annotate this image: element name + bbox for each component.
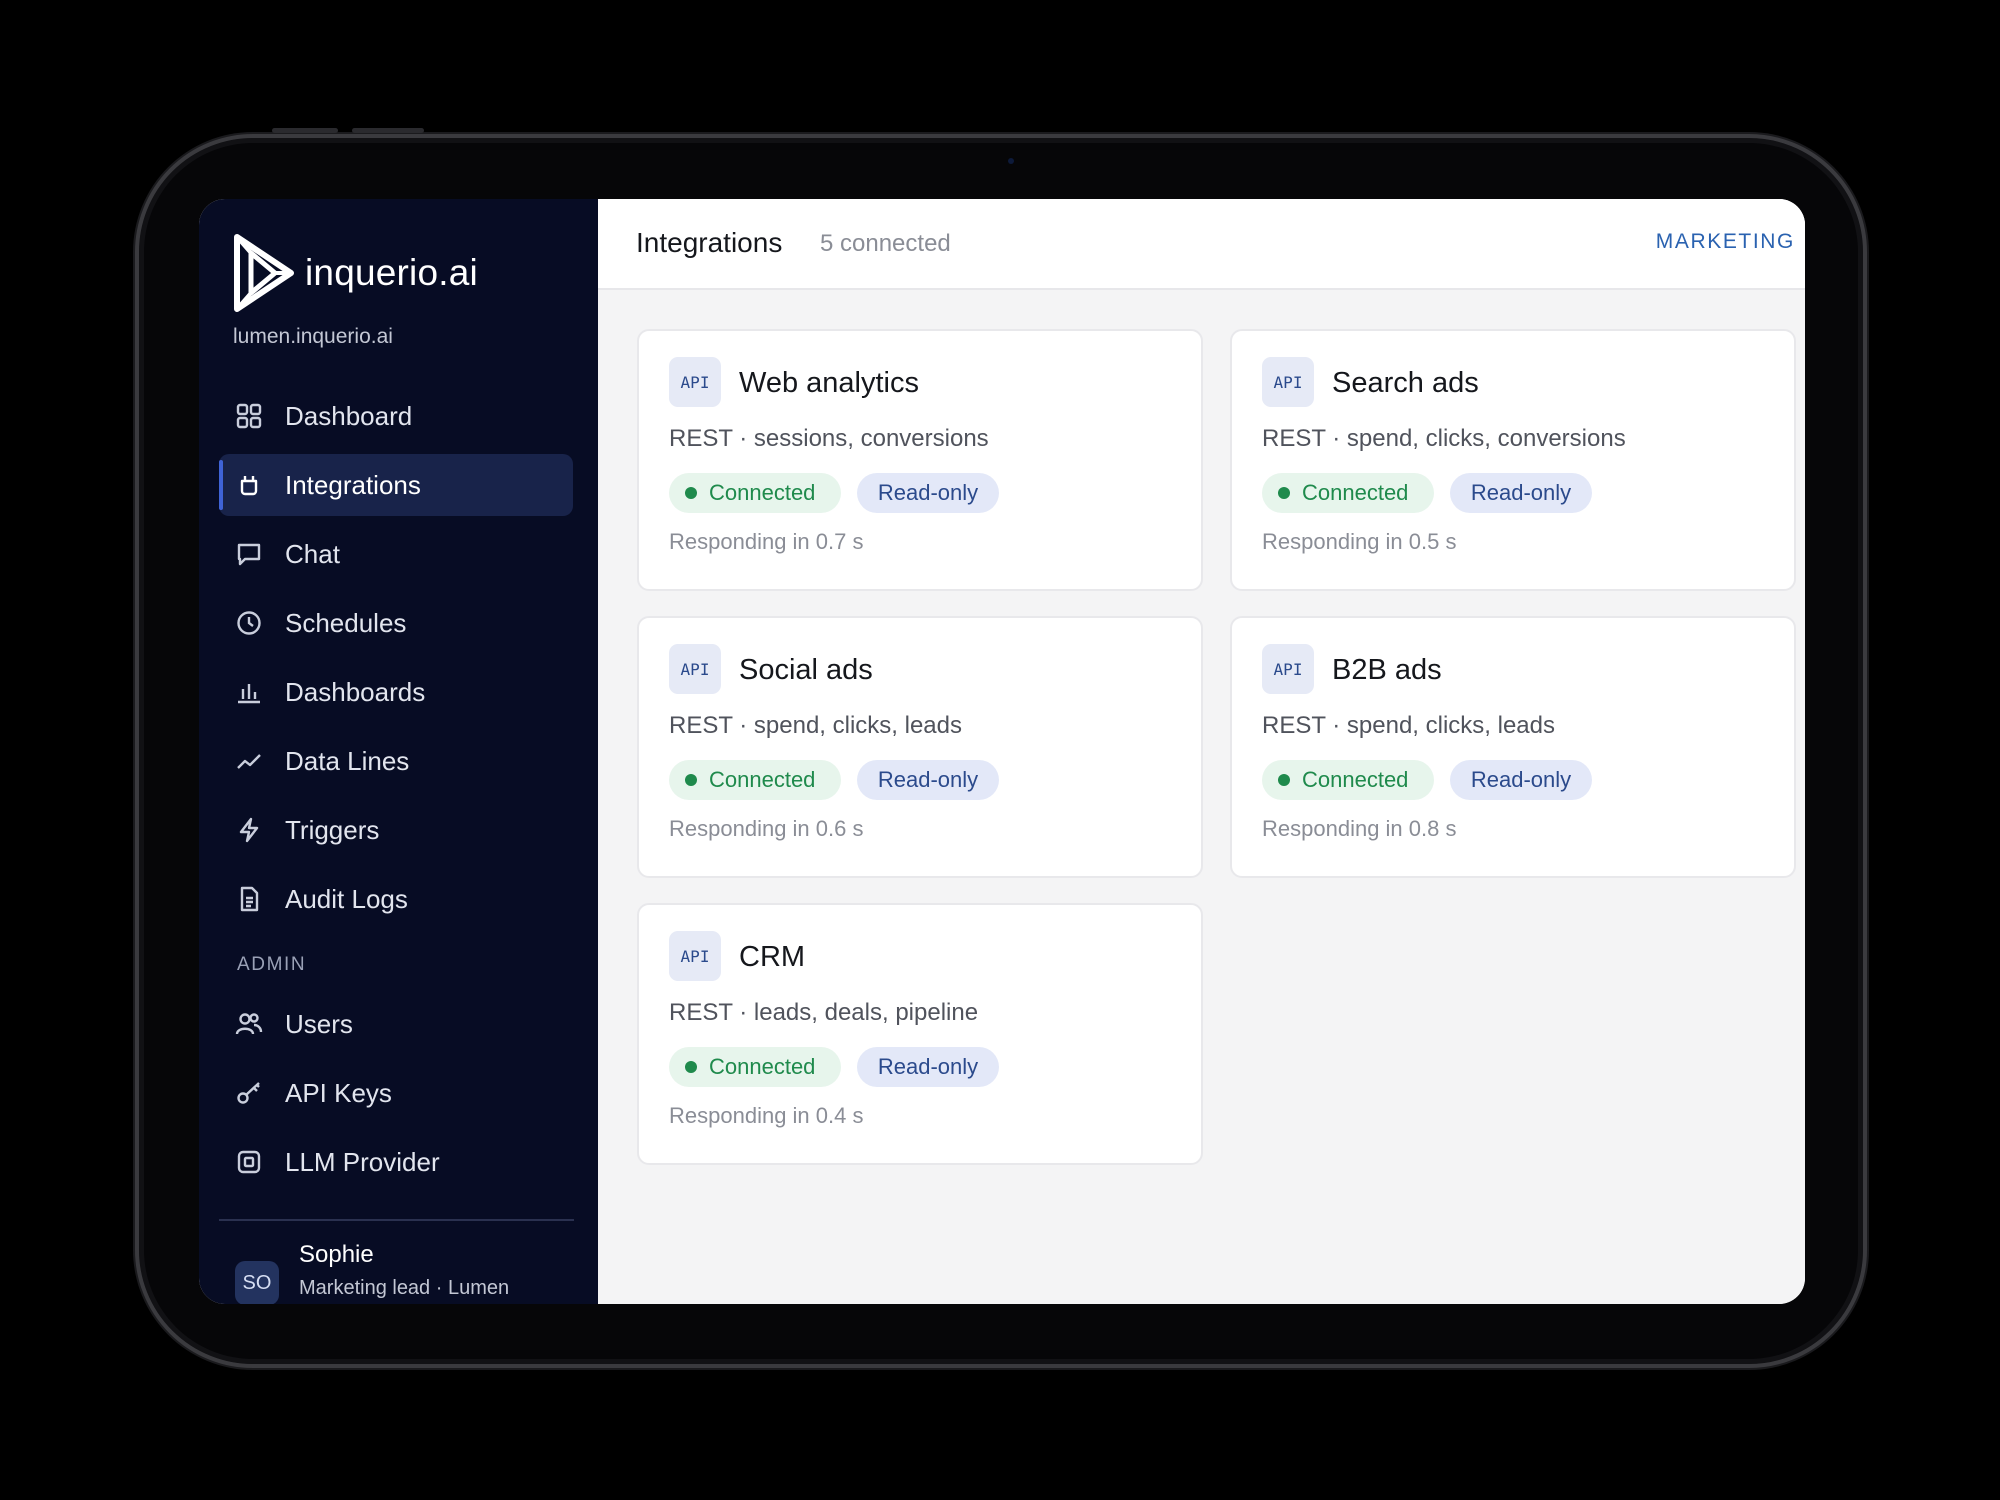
access-badge: Read-only <box>857 473 999 513</box>
status-dot-icon <box>685 774 697 786</box>
card-description: REST · spend, clicks, leads <box>669 712 963 739</box>
response-time: Responding in 0.5 s <box>1262 529 1457 554</box>
status-label: Connected <box>1302 480 1409 505</box>
sidebar: inquerio.ai lumen.inquerio.ai Dashboard … <box>199 199 598 1304</box>
sidebar-item-label: Dashboard <box>285 400 413 431</box>
sidebar-item-triggers[interactable]: Triggers <box>219 799 573 861</box>
bar-chart-icon <box>235 678 263 706</box>
main-content: Integrations 5 connected MARKETING API W… <box>598 199 1805 1304</box>
plug-icon <box>235 471 263 499</box>
sidebar-item-label: Chat <box>285 538 340 569</box>
page-title: Integrations <box>636 227 783 258</box>
sidebar-item-label: Integrations <box>285 469 421 500</box>
sidebar-item-label: LLM Provider <box>285 1146 440 1177</box>
status-label: Connected <box>709 767 816 792</box>
api-badge: API <box>1262 644 1314 694</box>
connected-count: 5 connected <box>820 230 951 257</box>
user-role: Marketing lead · Lumen <box>299 1277 510 1299</box>
sidebar-item-integrations[interactable]: Integrations <box>219 454 573 516</box>
response-time: Responding in 0.8 s <box>1262 816 1457 841</box>
users-icon <box>235 1010 263 1038</box>
status-badge: Connected <box>669 473 841 513</box>
avatar[interactable]: SO <box>235 1261 279 1304</box>
status-dot-icon <box>1278 487 1290 499</box>
access-badge: Read-only <box>1450 760 1592 800</box>
sidebar-item-label: API Keys <box>285 1077 392 1108</box>
status-label: Connected <box>709 1054 816 1079</box>
sidebar-item-schedules[interactable]: Schedules <box>219 592 573 654</box>
card-title: Search ads <box>1332 367 1479 399</box>
integration-card-b2b-ads[interactable]: API B2B ads REST · spend, clicks, leads … <box>1230 616 1796 878</box>
access-badge: Read-only <box>1450 473 1592 513</box>
chip-icon <box>235 1148 263 1176</box>
status-dot-icon <box>685 487 697 499</box>
sidebar-divider <box>219 1219 574 1221</box>
workspace-label[interactable]: MARKETING <box>1656 230 1795 254</box>
integration-card-search-ads[interactable]: API Search ads REST · spend, clicks, con… <box>1230 329 1796 591</box>
integration-card-social-ads[interactable]: API Social ads REST · spend, clicks, lea… <box>637 616 1203 878</box>
brand-name: inquerio.ai <box>305 252 478 293</box>
response-time: Responding in 0.4 s <box>669 1103 864 1128</box>
grid-icon <box>235 402 263 430</box>
sidebar-nav: Dashboard Integrations Chat Schedules Da… <box>219 385 573 1200</box>
sidebar-item-label: Users <box>285 1008 353 1039</box>
sidebar-item-dashboards[interactable]: Dashboards <box>219 661 573 723</box>
app-screen: inquerio.ai lumen.inquerio.ai Dashboard … <box>199 199 1805 1304</box>
camera-icon <box>1008 158 1014 164</box>
sidebar-item-chat[interactable]: Chat <box>219 523 573 585</box>
user-name: Sophie <box>299 1241 374 1268</box>
api-badge: API <box>1262 357 1314 407</box>
status-badge: Connected <box>669 760 841 800</box>
card-description: REST · sessions, conversions <box>669 425 989 452</box>
chat-icon <box>235 540 263 568</box>
status-label: Connected <box>1302 767 1409 792</box>
api-badge: API <box>669 931 721 981</box>
status-label: Connected <box>709 480 816 505</box>
sidebar-item-llm-provider[interactable]: LLM Provider <box>219 1131 573 1193</box>
card-description: REST · spend, clicks, conversions <box>1262 425 1626 452</box>
admin-section-label: ADMIN <box>237 954 307 975</box>
logo-icon <box>234 234 294 312</box>
card-title: Social ads <box>739 654 873 686</box>
sidebar-item-label: Triggers <box>285 814 380 845</box>
document-icon <box>235 885 263 913</box>
status-dot-icon <box>1278 774 1290 786</box>
card-description: REST · spend, clicks, leads <box>1262 712 1556 739</box>
status-badge: Connected <box>1262 760 1434 800</box>
integration-card-crm[interactable]: API CRM REST · leads, deals, pipeline Co… <box>637 903 1203 1165</box>
top-bar: Integrations 5 connected MARKETING <box>598 199 1805 290</box>
clock-icon <box>235 609 263 637</box>
lightning-icon <box>235 816 263 844</box>
access-badge: Read-only <box>857 1047 999 1087</box>
card-title: Web analytics <box>739 367 919 399</box>
sidebar-item-label: Schedules <box>285 607 407 638</box>
status-dot-icon <box>685 1061 697 1073</box>
card-title: B2B ads <box>1332 654 1442 686</box>
sidebar-item-users[interactable]: Users <box>219 993 573 1055</box>
api-badge: API <box>669 644 721 694</box>
sidebar-item-label: Dashboards <box>285 676 426 707</box>
api-badge: API <box>669 357 721 407</box>
sidebar-item-data-lines[interactable]: Data Lines <box>219 730 573 792</box>
response-time: Responding in 0.6 s <box>669 816 864 841</box>
access-badge: Read-only <box>857 760 999 800</box>
brand-logo[interactable]: inquerio.ai <box>231 231 478 315</box>
response-time: Responding in 0.7 s <box>669 529 864 554</box>
sidebar-item-audit-logs[interactable]: Audit Logs <box>219 868 573 930</box>
sidebar-item-api-keys[interactable]: API Keys <box>219 1062 573 1124</box>
key-icon <box>235 1079 263 1107</box>
sidebar-item-dashboard[interactable]: Dashboard <box>219 385 573 447</box>
sidebar-item-label: Data Lines <box>285 745 410 776</box>
workspace-domain: lumen.inquerio.ai <box>233 325 393 348</box>
status-badge: Connected <box>669 1047 841 1087</box>
status-badge: Connected <box>1262 473 1434 513</box>
trend-line-icon <box>235 747 263 775</box>
integration-card-web-analytics[interactable]: API Web analytics REST · sessions, conve… <box>637 329 1203 591</box>
card-title: CRM <box>739 941 806 973</box>
sidebar-item-label: Audit Logs <box>285 883 408 914</box>
device-button <box>352 128 424 133</box>
device-button <box>272 128 338 133</box>
card-description: REST · leads, deals, pipeline <box>669 999 979 1026</box>
